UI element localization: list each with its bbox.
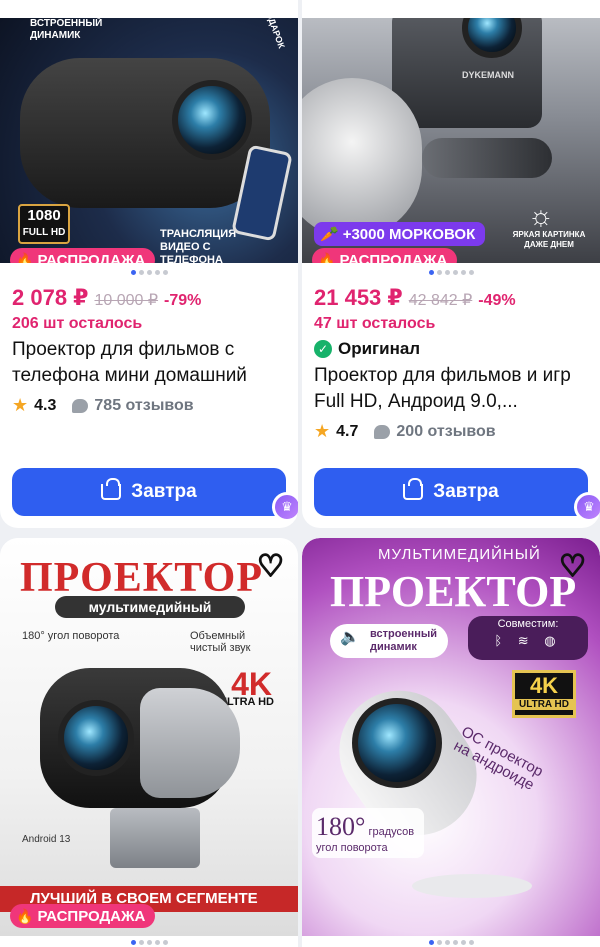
speaker-badge: 🔈 встроенный динамик <box>330 624 448 658</box>
product-title[interactable]: Проектор для фильмов и игр Full HD, Андр… <box>314 363 592 415</box>
product-image[interactable]: МУЛЬТИМЕДИЙНЫЙ ПРОЕКТОР 🔈 встроенный дин… <box>302 538 600 936</box>
check-icon: ✓ <box>314 340 332 358</box>
sale-badge: 🔥 РАСПРОДАЖА <box>10 248 156 264</box>
speaker-icon: 🔈 <box>340 629 360 646</box>
gift-label: ПОДАРОК <box>261 18 287 50</box>
headline: ПРОЕКТОР <box>20 555 263 601</box>
fire-icon: 🔥 <box>16 907 34 924</box>
android-label: Android 13 <box>22 834 71 845</box>
brand-label: DYKEMANN <box>462 70 515 80</box>
product-grid: ВСТРОЕННЫЙ ДИНАМИК ПОДАРОК 1080 FULL HD … <box>0 0 600 947</box>
image-pager <box>302 940 600 945</box>
carrots-badge: 🥕 +3000 МОРКОВОК <box>314 222 486 246</box>
rotate-label: 180° угол поворота <box>22 630 120 642</box>
rating-value: 4.7 <box>336 422 359 440</box>
os-icons: ᛒ ≋ ◍ <box>494 633 562 648</box>
product-card[interactable]: DYKEMANN 🥕 +3000 МОРКОВОК ☼ ЯРКАЯ КАРТИНК… <box>302 0 600 528</box>
rating-row: ★ 4.7 200 отзывов <box>314 421 592 442</box>
original-badge: ✓ Оригинал <box>314 339 592 359</box>
speaker-label: ВСТРОЕННЫЙ ДИНАМИК <box>30 18 103 41</box>
image-pager <box>0 940 298 945</box>
fire-icon: 🔥 <box>16 251 34 264</box>
delivery-button[interactable]: Завтра <box>314 468 588 516</box>
old-price: 42 842 ₽ <box>408 292 473 309</box>
headline: ПРОЕКТОР <box>330 567 577 616</box>
fullhd-badge: 1080 FULL HD <box>18 204 70 244</box>
stock-left: 206 шт осталось <box>12 315 143 332</box>
discount: -79% <box>164 292 202 309</box>
sale-badge: 🔥 РАСПРОДАЖА <box>312 248 458 264</box>
image-pager <box>0 270 298 275</box>
stand-image <box>412 874 532 898</box>
price: 2 078 ₽ <box>12 285 89 310</box>
product-title[interactable]: Проектор для фильмов с телефона мини дом… <box>12 337 290 389</box>
compat-badge: Совместим: ᛒ ≋ ◍ <box>468 616 588 660</box>
review-bubble-icon <box>72 398 89 413</box>
carrot-icon: 🥕 <box>320 226 339 243</box>
product-card[interactable]: ВСТРОЕННЫЙ ДИНАМИК ПОДАРОК 1080 FULL HD … <box>0 0 298 528</box>
rating-row: ★ 4.3 785 отзывов <box>12 395 290 416</box>
product-info: 2 078 ₽ 10 000 ₽ -79% 206 шт осталось Пр… <box>12 285 290 416</box>
price: 21 453 ₽ <box>314 285 403 310</box>
sale-badge: 🔥 РАСПРОДАЖА <box>10 904 156 928</box>
rating-value: 4.3 <box>34 396 57 414</box>
rotation-badge: 180° градусов угол поворота <box>312 808 424 858</box>
stock-left: 47 шт осталось <box>314 315 436 332</box>
discount: -49% <box>478 292 516 309</box>
sun-icon: ☼ <box>528 200 554 231</box>
top-label: МУЛЬТИМЕДИЙНЫЙ <box>378 546 541 563</box>
heart-icon[interactable]: ♡ <box>256 551 285 583</box>
sound-label: Объемный чистый звук <box>190 630 251 654</box>
stand-image <box>110 808 200 868</box>
review-bubble-icon <box>374 424 391 439</box>
product-image[interactable]: DYKEMANN 🥕 +3000 МОРКОВОК ☼ ЯРКАЯ КАРТИНК… <box>302 18 600 263</box>
subheadline: мультимедийный <box>55 596 245 618</box>
heart-icon[interactable]: ♡ <box>558 551 587 583</box>
product-card[interactable]: ПРОЕКТОР мультимедийный 180° угол поворо… <box>0 538 298 947</box>
reviews-count: 200 отзывов <box>396 422 496 440</box>
old-price: 10 000 ₽ <box>94 292 159 309</box>
robot-hand <box>422 138 552 178</box>
product-image[interactable]: ВСТРОЕННЫЙ ДИНАМИК ПОДАРОК 1080 FULL HD … <box>0 18 298 263</box>
robot-image <box>302 78 422 238</box>
product-card[interactable]: МУЛЬТИМЕДИЙНЫЙ ПРОЕКТОР 🔈 встроенный дин… <box>302 538 600 947</box>
crown-icon: ♛ <box>272 492 298 522</box>
4k-badge: 4K ULTRA HD <box>512 670 576 718</box>
fire-icon: 🔥 <box>318 251 336 264</box>
star-icon: ★ <box>314 421 331 441</box>
reviews-count: 785 отзывов <box>94 396 194 414</box>
delivery-button[interactable]: Завтра <box>12 468 286 516</box>
image-pager <box>302 270 600 275</box>
basket-icon <box>403 478 424 500</box>
star-icon: ★ <box>12 395 29 415</box>
basket-icon <box>101 478 122 500</box>
crown-icon: ♛ <box>574 492 600 522</box>
product-info: 21 453 ₽ 42 842 ₽ -49% 47 шт осталось ✓ … <box>314 285 592 442</box>
bright-label: ЯРКАЯ КАРТИНКА ДАЖЕ ДНЕМ <box>512 230 586 249</box>
product-image[interactable]: ПРОЕКТОР мультимедийный 180° угол поворо… <box>0 538 298 936</box>
